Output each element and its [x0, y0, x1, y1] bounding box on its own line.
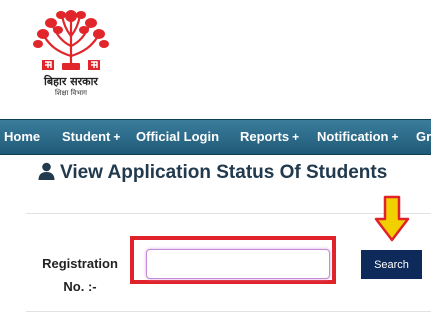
- nav-item-home[interactable]: Home: [4, 120, 40, 154]
- bihar-emblem-icon: [33, 10, 109, 70]
- section-divider: [26, 213, 431, 214]
- registration-number-input[interactable]: [146, 249, 330, 279]
- form-bottom-divider: [26, 311, 431, 312]
- logo-subtitle: शिक्षा विभाग: [54, 89, 87, 97]
- down-arrow-icon: [374, 195, 410, 242]
- nav-item-notification[interactable]: Notification +: [317, 120, 399, 154]
- submenu-plus-icon: +: [113, 130, 121, 144]
- user-icon: [38, 162, 55, 186]
- registration-label-line2: No. :-: [63, 279, 97, 294]
- nav-item-label: Home: [4, 129, 41, 144]
- page-title-text: View Application Status Of Students: [60, 162, 388, 183]
- registration-label-line1: Registration: [42, 256, 118, 271]
- nav-item-truncated[interactable]: Gr: [416, 120, 431, 154]
- logo-title: बिहार सरकार: [44, 75, 98, 88]
- nav-item-official-login[interactable]: Official Login: [136, 120, 219, 154]
- nav-item-label: Official Login: [136, 129, 220, 144]
- bihar-government-logo: बिहार सरकार शिक्षा विभाग: [28, 8, 114, 104]
- submenu-plus-icon: +: [391, 130, 399, 144]
- page-title: View Application Status Of Students: [38, 162, 428, 192]
- nav-item-reports[interactable]: Reports +: [240, 120, 299, 154]
- nav-item-label: Gr: [416, 129, 431, 144]
- nav-item-label: Reports: [240, 129, 290, 144]
- main-navbar: Home Student + Official Login Reports + No…: [0, 119, 431, 155]
- submenu-plus-icon: +: [292, 130, 300, 144]
- nav-item-label: Notification: [317, 129, 389, 144]
- nav-item-student[interactable]: Student +: [62, 120, 120, 154]
- search-button[interactable]: Search: [361, 250, 422, 279]
- registration-label: Registration No. :-: [36, 252, 124, 298]
- nav-item-label: Student: [62, 129, 111, 144]
